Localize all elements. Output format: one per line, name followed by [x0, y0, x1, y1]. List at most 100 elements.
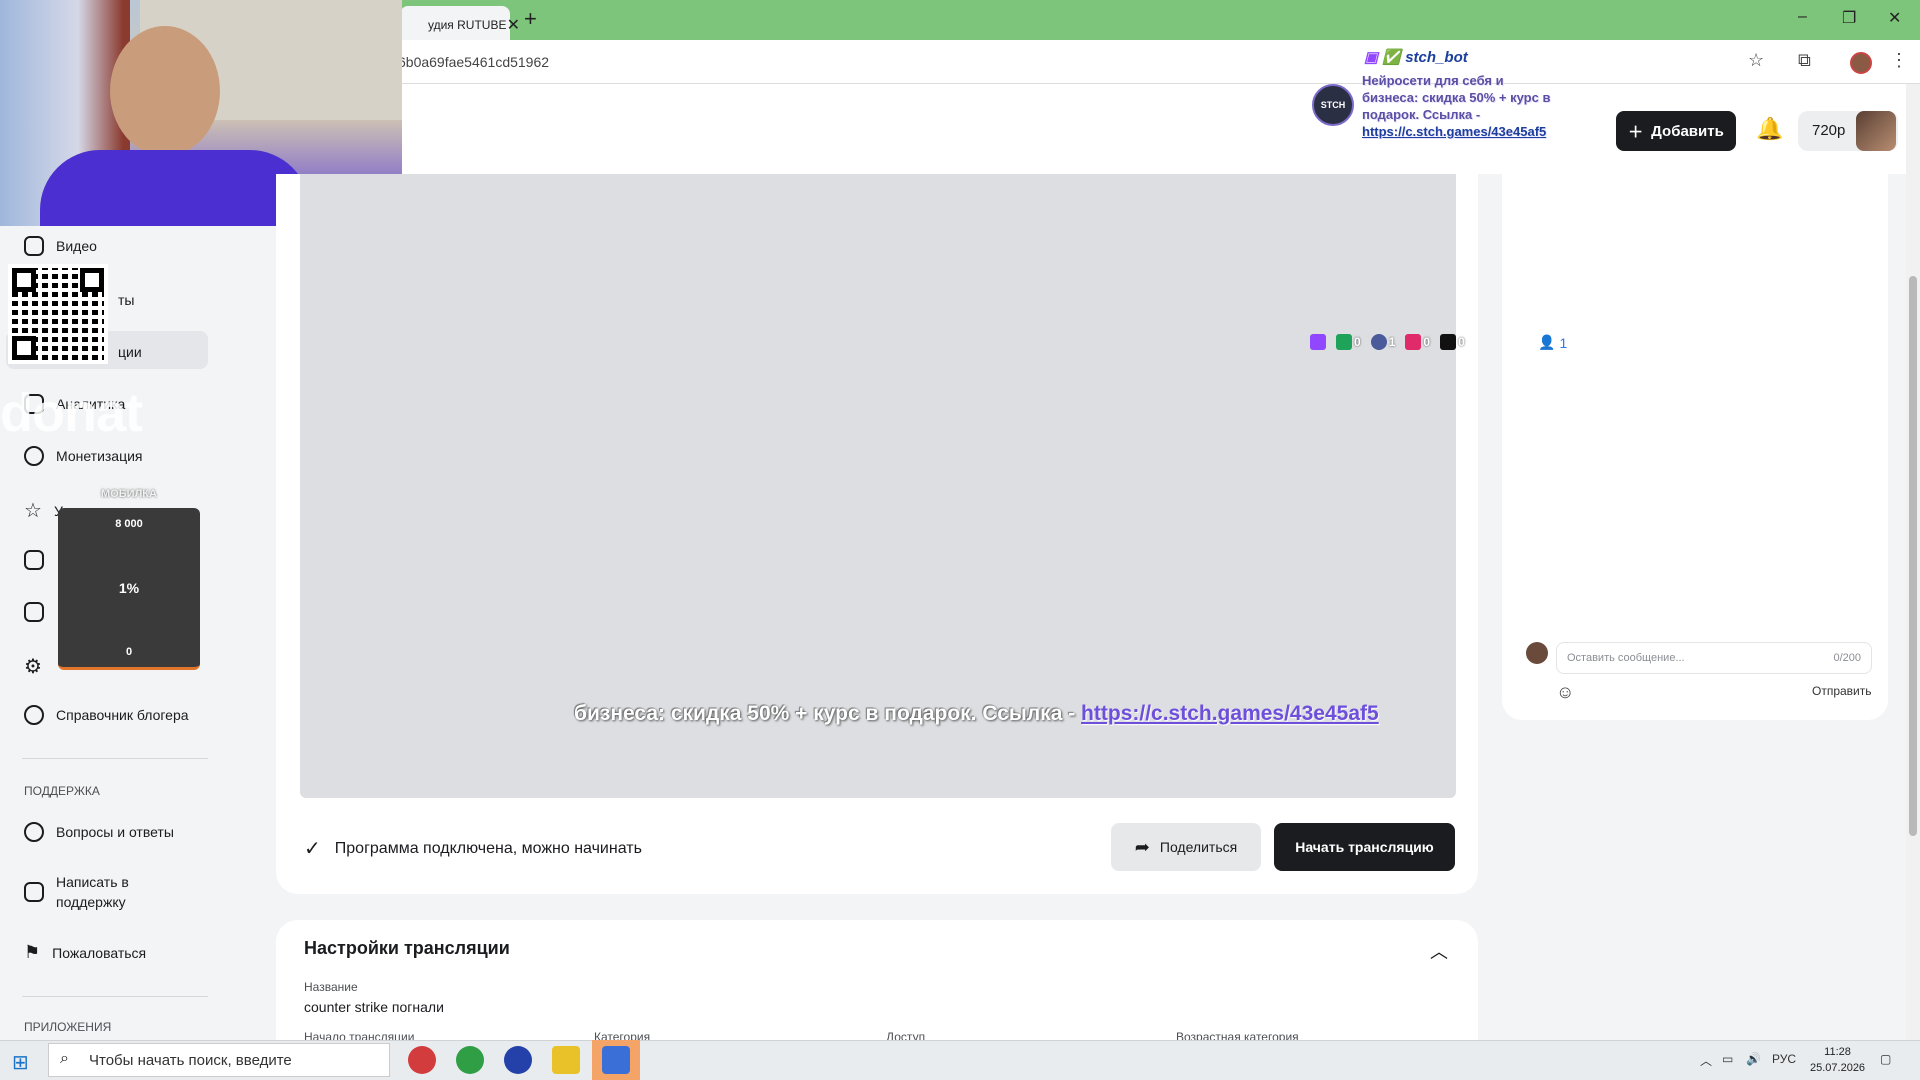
browser-tab[interactable]: удия RUTUBE ✕: [400, 6, 520, 40]
window-app-icon[interactable]: [602, 1046, 630, 1074]
bot-message-link[interactable]: https://c.stch.games/43e45af5: [1362, 124, 1546, 139]
chat-panel: [1502, 174, 1888, 720]
sidebar-item-settings[interactable]: ⚙: [24, 654, 42, 679]
platform-goodgame: 0: [1336, 334, 1361, 350]
quality-label: 720p: [1812, 122, 1846, 139]
sidebar-item-blogger-guide[interactable]: Справочник блогера: [24, 705, 189, 725]
r-icon: [1440, 334, 1457, 350]
sidebar-item-label: Вопросы и ответы: [56, 824, 174, 840]
viewer-count: 👤 1: [1538, 334, 1567, 351]
scrollbar-thumb[interactable]: [1909, 276, 1917, 836]
start-stream-button[interactable]: Начать трансляцию: [1274, 823, 1455, 871]
add-button[interactable]: ＋ Добавить: [1616, 111, 1736, 151]
bot-message-text: Нейросети для себя и бизнеса: скидка 50%…: [1362, 73, 1551, 122]
donation-goal-widget: 8 000 1% 0: [58, 508, 200, 670]
name-value[interactable]: counter strike погнали: [304, 999, 444, 1015]
video-icon: [24, 236, 44, 256]
user-avatar[interactable]: [1856, 111, 1896, 151]
search-icon: ⌕: [60, 1050, 69, 1067]
browser-menu-icon[interactable]: ⋮: [1890, 50, 1908, 71]
stch-bot-message: Нейросети для себя и бизнеса: скидка 50%…: [1362, 72, 1562, 140]
share-button[interactable]: ➦ Поделиться: [1111, 823, 1261, 871]
support-section-title: ПОДДЕРЖКА: [24, 784, 100, 798]
bookmark-star-icon[interactable]: ☆: [1748, 50, 1764, 71]
platform-r: 0: [1440, 334, 1465, 350]
minimize-icon[interactable]: –: [1798, 8, 1807, 26]
checkmark-icon: ✓: [304, 838, 321, 860]
share-icon: ➦: [1134, 836, 1150, 857]
g-icon: [1370, 334, 1387, 350]
tab-title: удия RUTUBE: [428, 18, 507, 32]
sidebar-item-contact-support[interactable]: Написать в поддержку: [24, 872, 174, 912]
user-icon: 👤: [1538, 334, 1556, 350]
check-icon: ✅: [1382, 49, 1402, 66]
platform-count: 0: [1354, 335, 1361, 349]
emoji-icon[interactable]: ☺: [1556, 682, 1574, 703]
ticker-link: https://c.stch.games/43e45af5: [1081, 702, 1379, 725]
goal-current: 0: [125, 646, 133, 658]
twitch-icon: ▣: [1364, 49, 1379, 66]
stch-logo-text: STCH: [1320, 100, 1346, 110]
bot-name-text: stch_bot: [1405, 49, 1468, 66]
settings-title: Настройки трансляции: [304, 938, 510, 958]
tray-chevron-icon[interactable]: ︿: [1700, 1052, 1712, 1069]
platform-twitch: [1310, 334, 1326, 350]
stch-logo: STCH: [1312, 84, 1354, 126]
volume-icon[interactable]: 🔊: [1746, 1052, 1761, 1066]
sidebar-item-comments[interactable]: [24, 602, 44, 622]
sidebar-divider: [22, 996, 208, 997]
question-icon: [24, 822, 44, 842]
chat-input-placeholder: Оставить сообщение...: [1567, 652, 1685, 664]
taskbar-clock[interactable]: 11:28 25.07.2026: [1810, 1044, 1865, 1076]
star-icon: ☆: [24, 500, 42, 522]
apps-section-title: ПРИЛОЖЕНИЯ: [24, 1020, 112, 1034]
chrome-app-icon[interactable]: [456, 1046, 484, 1074]
share-button-label: Поделиться: [1159, 839, 1238, 855]
restore-icon[interactable]: ❐: [1842, 8, 1856, 28]
taskbar-search[interactable]: Чтобы начать поиск, введите: [48, 1043, 390, 1077]
tab-close-icon[interactable]: ✕: [507, 15, 520, 35]
ticker-overlay: бизнеса: скидка 50% + курс в подарок. Сс…: [574, 702, 1379, 726]
settings-icon: ⚙: [24, 656, 42, 678]
url-field[interactable]: 6b0a69fae5461cd51962: [398, 54, 549, 70]
language-indicator[interactable]: РУС: [1772, 1052, 1796, 1066]
windows-start-icon[interactable]: ⊞: [12, 1050, 29, 1075]
clock-date: 25.07.2026: [1810, 1062, 1866, 1074]
platform-g: 1: [1370, 334, 1395, 350]
info-icon: [24, 705, 44, 725]
browser-profile-avatar[interactable]: [1850, 52, 1872, 74]
sidebar-item-label: Пожаловаться: [52, 944, 147, 961]
clock-time: 11:28: [1824, 1046, 1851, 1058]
start-stream-label: Начать трансляцию: [1295, 839, 1434, 855]
sidebar-item-label: Написать в поддержку: [56, 874, 129, 910]
sidebar-item-label: Видео: [56, 238, 97, 254]
sidebar-item-label: Справочник блогера: [56, 707, 189, 723]
close-window-icon[interactable]: ✕: [1888, 8, 1901, 28]
name-label: Название: [304, 980, 358, 994]
extensions-icon[interactable]: ⧉: [1798, 50, 1811, 71]
sidebar-item-wallet[interactable]: [24, 550, 44, 570]
comments-icon: [24, 602, 44, 622]
sidebar-item-faq[interactable]: Вопросы и ответы: [24, 822, 174, 842]
chevron-up-icon[interactable]: ︿: [1430, 938, 1448, 964]
chat-message-input[interactable]: Оставить сообщение... 0/200: [1556, 642, 1872, 674]
plus-icon: ＋: [1628, 123, 1644, 141]
new-tab-button[interactable]: +: [524, 6, 537, 32]
mail-icon: [24, 882, 44, 902]
notifications-bell-icon[interactable]: 🔔: [1756, 116, 1783, 142]
obs-app-icon[interactable]: [408, 1046, 436, 1074]
sidebar-item-report[interactable]: ⚑ Пожаловаться: [24, 942, 146, 963]
taskbar-search-placeholder: Чтобы начать поиск, введите: [89, 1052, 292, 1069]
goal-percent: 1%: [118, 580, 140, 596]
goal-target: 8 000: [115, 518, 143, 530]
notifications-icon[interactable]: ▢: [1880, 1052, 1891, 1066]
tool-app-icon[interactable]: [552, 1046, 580, 1074]
messenger-app-icon[interactable]: [504, 1046, 532, 1074]
live-icon: [1405, 334, 1422, 350]
sidebar-item-video[interactable]: Видео: [24, 236, 97, 256]
viewer-count-value: 1: [1559, 334, 1568, 351]
sidebar-item-monetization[interactable]: Монетизация: [24, 446, 143, 466]
network-icon[interactable]: ▭: [1722, 1052, 1733, 1066]
send-button[interactable]: Отправить: [1812, 684, 1872, 698]
status-text: Программа подключена, можно начинать: [334, 839, 642, 857]
